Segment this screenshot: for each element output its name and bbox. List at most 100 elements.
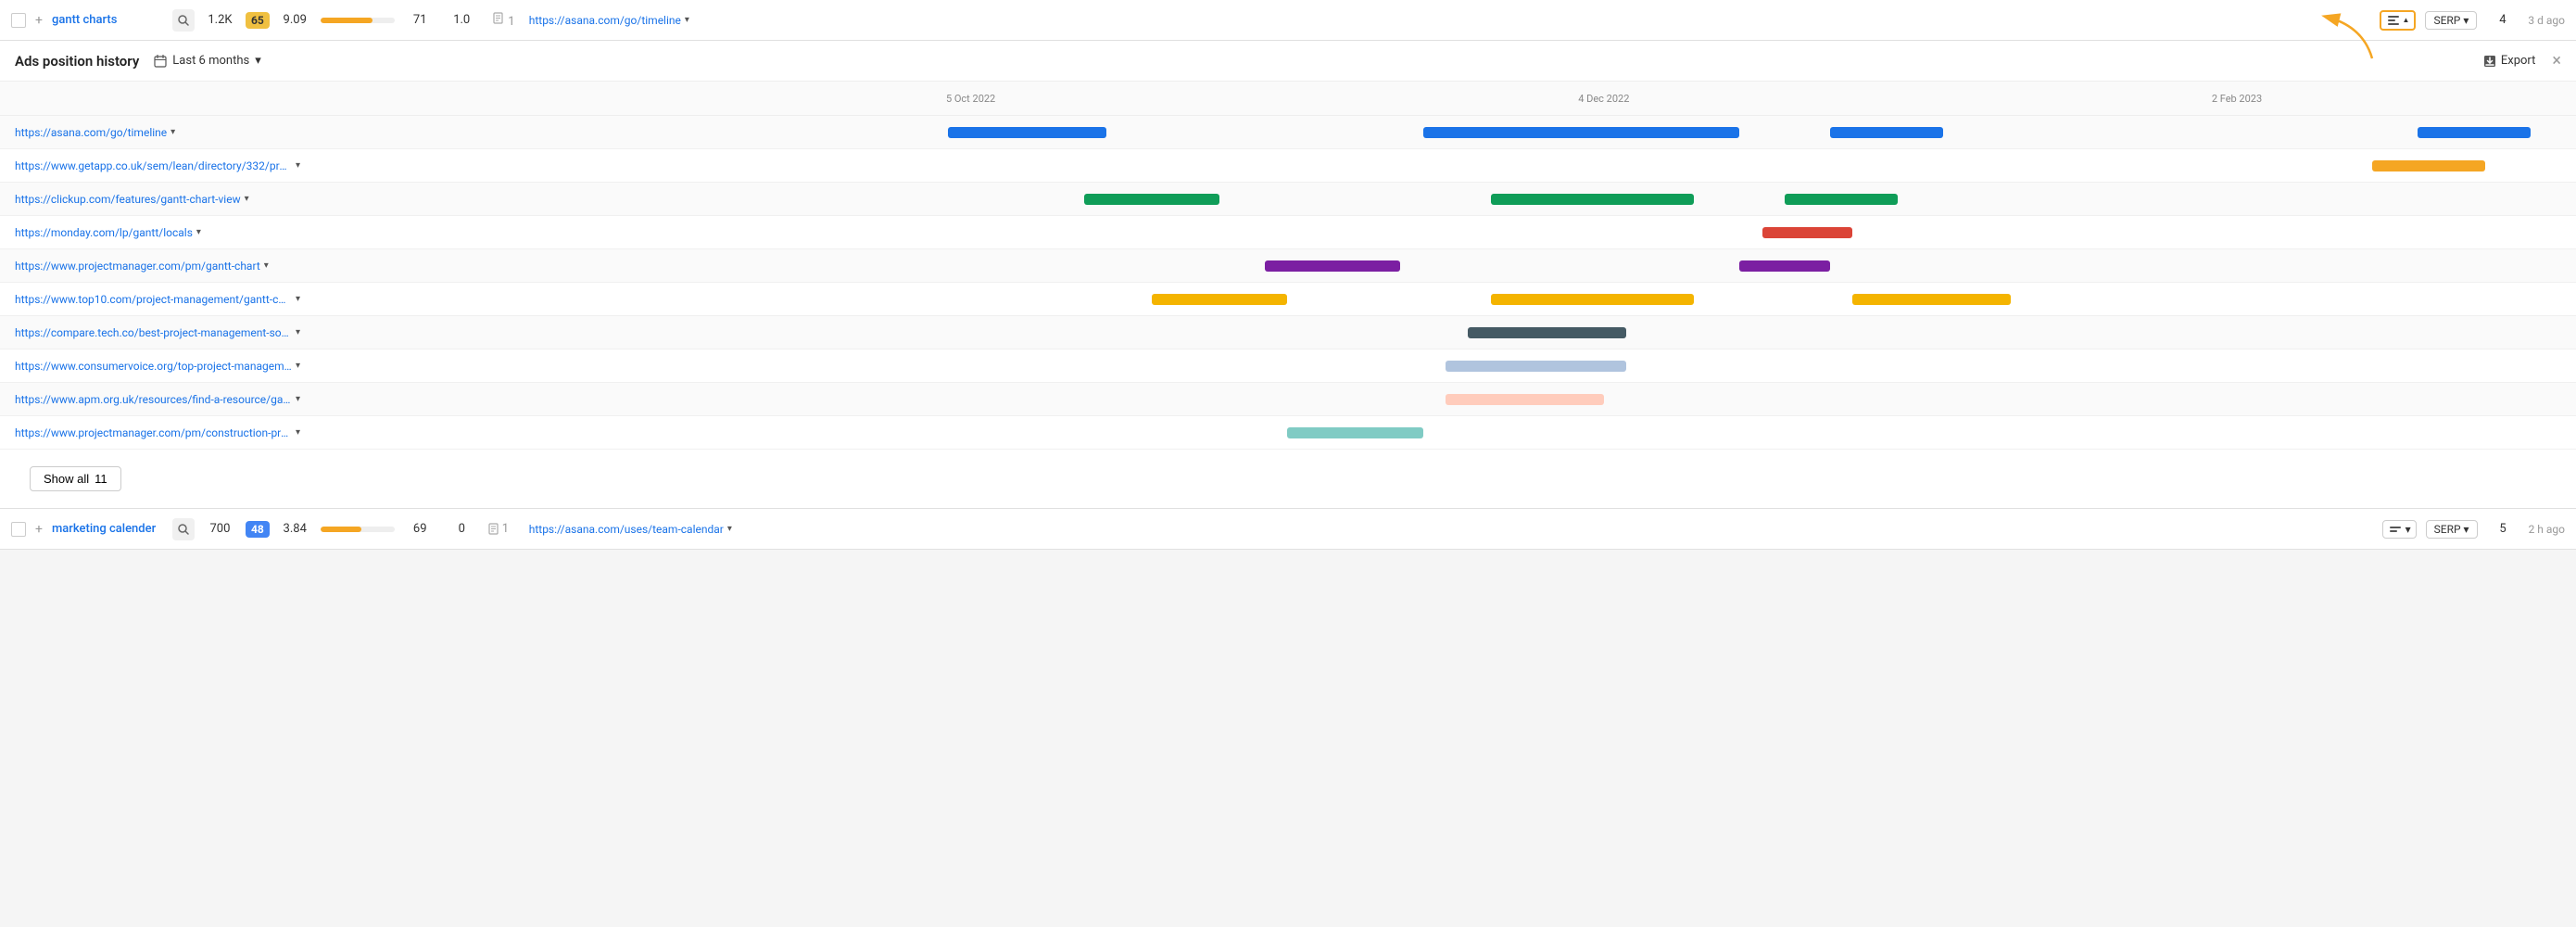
url-cell[interactable]: https://www.projectmanager.com/pm/gantt-… bbox=[0, 260, 315, 273]
bottom-row-checkbox[interactable] bbox=[11, 522, 26, 537]
top-row-icon-btn[interactable]: ▲ bbox=[2380, 10, 2417, 31]
gantt-bar bbox=[1446, 361, 1626, 372]
url-cell[interactable]: https://www.apm.org.uk/resources/find-a-… bbox=[0, 393, 315, 406]
panel-header: Ads position history Last 6 months ▾ Exp… bbox=[0, 41, 2576, 82]
top-row-visits: 1.2K bbox=[204, 13, 236, 27]
url-cell[interactable]: https://clickup.com/features/gantt-chart… bbox=[0, 193, 315, 206]
top-row-cpc: 9.09 bbox=[279, 13, 311, 27]
bottom-row-rank: 5 bbox=[2487, 522, 2519, 536]
top-row-url[interactable]: https://asana.com/go/timeline ▾ bbox=[529, 14, 689, 27]
bottom-row-plus-icon[interactable]: + bbox=[35, 522, 43, 537]
gantt-area bbox=[315, 149, 2576, 183]
url-row: https://monday.com/lp/gantt/locals▾ bbox=[0, 216, 2576, 249]
url-cell[interactable]: https://monday.com/lp/gantt/locals▾ bbox=[0, 226, 315, 239]
gantt-bar bbox=[1785, 194, 1898, 205]
bottom-row-serp-btn[interactable]: SERP ▾ bbox=[2426, 520, 2478, 539]
date-filter-label: Last 6 months bbox=[172, 54, 249, 68]
bottom-row-cpc: 3.84 bbox=[279, 522, 311, 536]
gantt-area bbox=[315, 249, 2576, 283]
url-dropdown-arrow: ▾ bbox=[296, 160, 300, 171]
url-row: https://www.apm.org.uk/resources/find-a-… bbox=[0, 383, 2576, 416]
show-all-area: Show all 11 bbox=[0, 450, 2576, 508]
top-row-rank: 4 bbox=[2486, 13, 2519, 27]
url-row: https://clickup.com/features/gantt-chart… bbox=[0, 183, 2576, 216]
top-row-score: 71 bbox=[404, 13, 436, 27]
gantt-bar bbox=[1084, 194, 1219, 205]
gantt-area bbox=[315, 216, 2576, 249]
top-row-plus-icon[interactable]: + bbox=[35, 13, 43, 28]
timeline-label-0: 5 Oct 2022 bbox=[946, 93, 995, 105]
url-row: https://www.consumervoice.org/top-projec… bbox=[0, 349, 2576, 383]
gantt-bar bbox=[1423, 127, 1740, 138]
top-row-checkbox[interactable] bbox=[11, 13, 26, 28]
serp-dropdown-arrow: ▾ bbox=[2463, 14, 2469, 27]
url-row: https://www.top10.com/project-management… bbox=[0, 283, 2576, 316]
top-row-title[interactable]: gantt charts bbox=[52, 13, 163, 27]
panel-title: Ads position history bbox=[15, 53, 139, 70]
url-cell[interactable]: https://www.projectmanager.com/pm/constr… bbox=[0, 426, 315, 439]
gantt-area bbox=[315, 349, 2576, 383]
gantt-bar bbox=[1491, 294, 1695, 305]
url-cell[interactable]: https://asana.com/go/timeline▾ bbox=[0, 126, 315, 139]
gantt-area bbox=[315, 316, 2576, 349]
gantt-bar bbox=[1468, 327, 1626, 338]
url-cell[interactable]: https://www.top10.com/project-management… bbox=[0, 293, 315, 306]
bottom-row-pages: 1 bbox=[502, 522, 509, 536]
bottom-row-extra: 0 bbox=[446, 522, 478, 536]
bottom-row-score: 69 bbox=[404, 522, 436, 536]
top-row-page-icon bbox=[492, 12, 505, 25]
date-filter-arrow: ▾ bbox=[255, 54, 261, 68]
top-row-pages: 1 bbox=[508, 15, 514, 29]
top-row-search-btn[interactable] bbox=[172, 9, 195, 32]
url-dropdown-arrow: ▾ bbox=[264, 260, 269, 271]
url-dropdown-arrow: ▾ bbox=[296, 294, 300, 304]
url-dropdown-arrow: ▾ bbox=[296, 361, 300, 371]
close-button[interactable]: × bbox=[2552, 51, 2561, 70]
gantt-bar bbox=[1762, 227, 1853, 238]
timeline-label-2: 2 Feb 2023 bbox=[2212, 93, 2262, 105]
bottom-row-title[interactable]: marketing calender bbox=[52, 522, 163, 536]
url-dropdown-arrow: ▾ bbox=[196, 227, 201, 237]
url-cell[interactable]: https://compare.tech.co/best-project-man… bbox=[0, 326, 315, 339]
url-dropdown-arrow: ▾ bbox=[296, 427, 300, 438]
export-button[interactable]: Export bbox=[2474, 50, 2545, 71]
bottom-row-search-btn[interactable] bbox=[172, 518, 195, 540]
top-row-serp-btn[interactable]: SERP ▾ bbox=[2425, 11, 2477, 30]
date-filter[interactable]: Last 6 months ▾ bbox=[154, 54, 260, 68]
top-row-badge: 65 bbox=[246, 12, 270, 29]
gantt-bar bbox=[1739, 260, 1830, 272]
gantt-area bbox=[315, 283, 2576, 316]
chevron-up-icon: ▲ bbox=[2403, 16, 2410, 24]
export-label: Export bbox=[2501, 54, 2536, 68]
url-row: https://www.getapp.co.uk/sem/lean/direct… bbox=[0, 149, 2576, 183]
ads-panel: Ads position history Last 6 months ▾ Exp… bbox=[0, 41, 2576, 509]
bottom-row-icon-btn[interactable]: ▾ bbox=[2382, 520, 2417, 539]
gantt-bar bbox=[2372, 160, 2485, 171]
gantt-bar bbox=[1830, 127, 1943, 138]
bottom-row: + marketing calender 700 48 3.84 69 0 1 … bbox=[0, 509, 2576, 550]
url-cell[interactable]: https://www.getapp.co.uk/sem/lean/direct… bbox=[0, 159, 315, 172]
top-row-extra: 1.0 bbox=[446, 13, 478, 27]
bottom-chevron-icon: ▾ bbox=[2406, 523, 2411, 536]
show-all-button[interactable]: Show all 11 bbox=[30, 466, 121, 491]
timeline-labels: 5 Oct 2022 4 Dec 2022 2 Feb 2023 bbox=[315, 87, 2576, 109]
timeline-label-1: 4 Dec 2022 bbox=[1578, 93, 1629, 105]
url-cell[interactable]: https://www.consumervoice.org/top-projec… bbox=[0, 360, 315, 373]
bottom-row-progress bbox=[321, 527, 395, 532]
lines-icon bbox=[2386, 14, 2401, 27]
gantt-bar bbox=[1265, 260, 1400, 272]
gantt-bar bbox=[2418, 127, 2531, 138]
url-row: https://compare.tech.co/best-project-man… bbox=[0, 316, 2576, 349]
bottom-row-time-ago: 2 h ago bbox=[2529, 523, 2565, 536]
gantt-area bbox=[315, 116, 2576, 149]
bottom-row-url[interactable]: https://asana.com/uses/team-calendar ▾ bbox=[529, 523, 732, 536]
top-row-time-ago: 3 d ago bbox=[2528, 14, 2565, 27]
url-row: https://www.projectmanager.com/pm/constr… bbox=[0, 416, 2576, 450]
bottom-row-url-arrow: ▾ bbox=[727, 524, 732, 534]
bottom-row-visits: 700 bbox=[204, 522, 236, 536]
url-dropdown-arrow: ▾ bbox=[245, 194, 249, 204]
url-dropdown-arrow: ▾ bbox=[170, 127, 175, 137]
lines-icon-bottom bbox=[2388, 525, 2403, 534]
calendar-icon bbox=[154, 55, 167, 68]
top-row-progress bbox=[321, 18, 395, 23]
